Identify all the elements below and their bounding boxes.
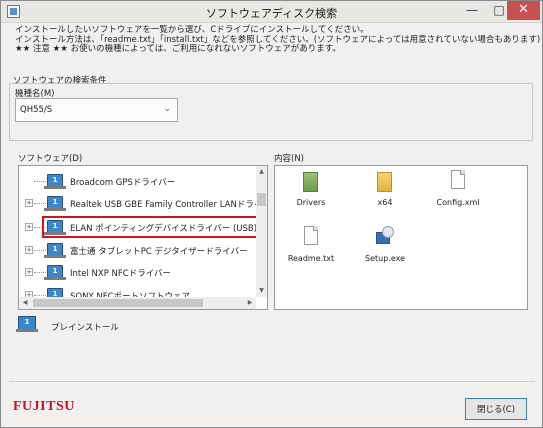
expand-plus-icon[interactable]: + — [25, 246, 33, 254]
install-disk-icon: 1 — [47, 288, 63, 297]
tree-connector-line — [34, 272, 46, 273]
scroll-left-arrow-icon[interactable]: ◀ — [19, 297, 31, 309]
fujitsu-logo: FUJITSU — [13, 399, 75, 414]
expand-plus-icon[interactable]: + — [25, 199, 33, 207]
scroll-down-arrow-icon[interactable]: ▼ — [256, 285, 267, 297]
model-name-value: QH55/S — [20, 105, 53, 115]
file-item[interactable]: x64 — [355, 168, 415, 213]
instructions: インストールしたいソフトウェアを一覧から選び、Cドライブにインストールしてくださ… — [15, 25, 540, 55]
document-icon — [451, 170, 465, 189]
software-tree-item-label: 富士通 タブレットPC デジタイザードライバー — [70, 247, 248, 257]
tree-connector-line — [34, 203, 46, 204]
setup-icon — [376, 226, 394, 246]
contents-pane[interactable]: Drivers x64 Config.xml Readme.txt Setup.exe — [274, 165, 528, 310]
tree-connector-line — [34, 250, 46, 251]
software-tree[interactable]: 1 Broadcom GPSドライバー +1 Realtek USB GBE Fami… — [18, 165, 268, 310]
file-item-label: Drivers — [296, 198, 326, 207]
software-tree-item[interactable]: +1 ELAN ポインティングデバイスドライバー (USB) — [19, 216, 256, 238]
preinstall-icon: 1 — [16, 316, 38, 332]
tree-connector-line — [34, 181, 46, 182]
file-item[interactable]: Readme.txt — [281, 224, 341, 269]
file-item[interactable]: Drivers — [281, 168, 341, 213]
expand-plus-icon[interactable]: + — [25, 223, 33, 231]
file-item-label: Config.xml — [436, 198, 480, 207]
contents-label: 内容(N) — [274, 154, 304, 164]
footer-divider — [9, 381, 535, 382]
selection-highlight-box — [42, 216, 256, 238]
software-tree-item[interactable]: +1 富士通 タブレットPC デジタイザードライバー — [19, 239, 256, 261]
horizontal-scrollbar[interactable]: ◀ ▶ — [19, 297, 256, 309]
file-item[interactable]: Config.xml — [428, 168, 488, 213]
vertical-scroll-thumb[interactable] — [257, 193, 266, 206]
preinstall-legend-label: プレインストール — [51, 323, 119, 333]
file-item-label: x64 — [377, 198, 393, 207]
document-icon — [304, 226, 318, 245]
software-tree-items: 1 Broadcom GPSドライバー +1 Realtek USB GBE Fami… — [19, 166, 256, 297]
scroll-right-arrow-icon[interactable]: ▶ — [244, 297, 256, 309]
chevron-down-icon: ⌄ — [163, 104, 171, 114]
software-list-label: ソフトウェア(D) — [18, 154, 83, 164]
file-item[interactable]: Setup.exe — [355, 224, 415, 269]
setup-disc-shape — [382, 226, 394, 238]
expand-plus-icon[interactable]: + — [25, 268, 33, 276]
close-button[interactable]: 閉じる(C) — [465, 398, 527, 420]
software-tree-item-label: Realtek USB GBE Family Controller LANドライ… — [70, 200, 256, 210]
scroll-up-arrow-icon[interactable]: ▲ — [256, 166, 267, 178]
tree-connector-line — [34, 295, 46, 296]
horizontal-scroll-thumb[interactable] — [33, 299, 203, 307]
install-disk-icon: 1 — [44, 174, 66, 189]
software-tree-item-label: SONY NFCポートソフトウェア — [70, 292, 191, 297]
software-tree-item[interactable]: +1 SONY NFCポートソフトウェア — [19, 284, 256, 297]
install-disk-icon: 1 — [44, 243, 66, 258]
folder-icon — [377, 172, 392, 192]
folder-green-icon — [303, 172, 318, 192]
model-name-select[interactable]: QH55/S ⌄ — [15, 98, 178, 122]
software-tree-item[interactable]: +1 Intel NXP NFCドライバー — [19, 261, 256, 283]
file-item-label: Setup.exe — [364, 254, 406, 263]
software-tree-item[interactable]: 1 Broadcom GPSドライバー — [19, 170, 256, 192]
warning-line: ★★ 注意 ★★ お使いの機種によっては、ご利用になれないソフトウェアがあります… — [15, 44, 341, 55]
software-tree-item-label: Broadcom GPSドライバー — [70, 178, 176, 188]
vertical-scrollbar[interactable]: ▲ ▼ — [256, 166, 267, 297]
install-disk-icon: 1 — [44, 265, 66, 280]
minimize-button[interactable]: — — [459, 1, 485, 21]
title-bar[interactable]: ソフトウェアディスク検索 — □ ✕ — [1, 1, 542, 23]
software-tree-item-label: Intel NXP NFCドライバー — [70, 269, 172, 279]
close-window-button[interactable]: ✕ — [507, 1, 540, 20]
install-disk-icon: 1 — [44, 196, 66, 211]
file-item-label: Readme.txt — [287, 254, 335, 263]
software-tree-item[interactable]: +1 Realtek USB GBE Family Controller LANド… — [19, 192, 256, 214]
software-disc-search-window: ソフトウェアディスク検索 — □ ✕ インストールしたいソフトウェアを一覧から選… — [0, 0, 543, 428]
